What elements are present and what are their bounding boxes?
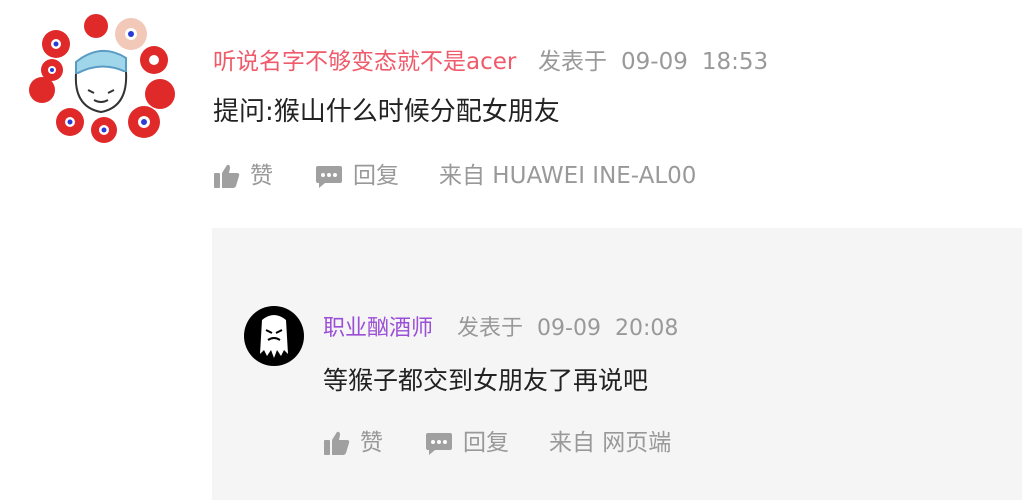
comment-icon	[426, 433, 452, 455]
reply-like-button[interactable]: 赞	[324, 428, 383, 458]
reply-date: 09-09	[537, 316, 601, 341]
reply-label: 回复	[353, 163, 399, 189]
reply-avatar[interactable]	[244, 306, 304, 366]
reply-meta: 发表于 09-09 20:08	[457, 314, 678, 344]
source-label: 来自 HUAWEI INE-AL00	[439, 163, 697, 189]
thumbs-up-icon	[214, 164, 240, 188]
like-label: 赞	[250, 163, 273, 189]
thumbs-up-icon	[324, 431, 350, 455]
reply-time: 20:08	[614, 316, 679, 341]
ghost-avatar-icon	[244, 306, 304, 366]
reply-button[interactable]: 回复	[315, 161, 399, 191]
post-time: 18:53	[701, 49, 769, 75]
posted-label: 发表于	[538, 49, 607, 75]
reply-content: 等猴子都交到女朋友了再说吧	[323, 366, 649, 395]
reply-like-label: 赞	[360, 430, 383, 456]
cartoon-avatar-icon	[29, 14, 175, 143]
username[interactable]: 听说名字不够变态就不是acer	[213, 46, 516, 78]
avatar[interactable]	[26, 12, 176, 146]
post-meta: 发表于 09-09 18:53	[538, 46, 768, 78]
reply-posted-label: 发表于	[457, 316, 524, 341]
reply-reply-button[interactable]: 回复	[425, 428, 509, 458]
comment-icon	[316, 166, 342, 188]
reply-username[interactable]: 职业酗酒师	[323, 314, 433, 344]
reply-reply-label: 回复	[463, 430, 509, 456]
post-date: 09-09	[621, 49, 688, 75]
post-content: 提问:猴山什么时候分配女朋友	[213, 97, 560, 127]
like-button[interactable]: 赞	[214, 161, 273, 191]
reply-source-label: 来自 网页端	[549, 430, 672, 456]
